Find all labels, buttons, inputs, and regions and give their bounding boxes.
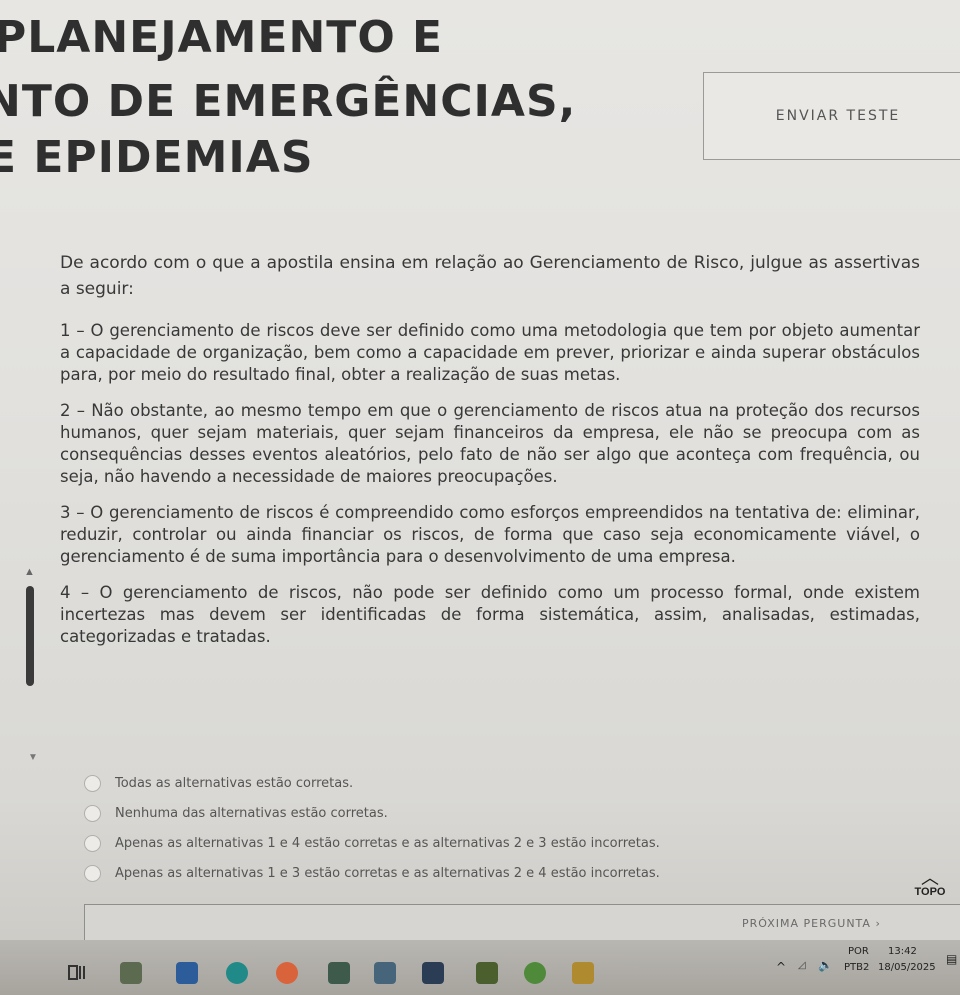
page-title-line-1: PLANEJAMENTO E	[0, 12, 444, 63]
answer-option-label: Nenhuma das alternativas estão corretas.	[115, 805, 388, 821]
task-view-icon[interactable]	[66, 962, 88, 984]
radio-button[interactable]	[84, 774, 101, 792]
page-title-line-2: NTO DE EMERGÊNCIAS,	[0, 76, 577, 127]
answer-options: Todas as alternativas estão corretas. Ne…	[84, 768, 660, 888]
radio-button[interactable]	[84, 804, 101, 822]
volume-icon[interactable]: 🔈	[818, 958, 833, 972]
send-test-button[interactable]: ENVIAR TESTE	[703, 72, 960, 160]
calculator-icon[interactable]	[328, 962, 350, 984]
back-to-top-label: TOPO	[914, 886, 946, 898]
tray-chevron-up-icon[interactable]: ^	[776, 960, 786, 974]
next-question-button[interactable]: PRÓXIMA PERGUNTA ›	[742, 917, 881, 930]
image-viewer-icon[interactable]	[374, 962, 396, 984]
send-test-label: ENVIAR TESTE	[775, 108, 901, 124]
clock-time[interactable]: 13:42	[888, 946, 917, 957]
app-icon[interactable]	[476, 962, 498, 984]
notifications-icon[interactable]: ▤	[946, 952, 957, 966]
keyboard-layout[interactable]: PTB2	[844, 962, 869, 973]
language-indicator[interactable]: POR	[848, 946, 869, 957]
network-icon[interactable]: ◿	[798, 960, 806, 971]
chevron-up-icon: ︿	[921, 868, 939, 888]
firefox-icon[interactable]	[276, 962, 298, 984]
back-to-top-button[interactable]: ︿ TOPO	[908, 868, 952, 898]
radio-button[interactable]	[84, 864, 101, 882]
file-manager-icon[interactable]	[120, 962, 142, 984]
clock-date[interactable]: 18/05/2025	[878, 962, 936, 973]
statement-4: 4 – O gerenciamento de riscos, não pode …	[60, 583, 920, 646]
scroll-down-icon[interactable]: ▼	[28, 752, 38, 763]
question-body: De acordo com o que a apostila ensina em…	[60, 250, 920, 662]
page-title-line-3: E EPIDEMIAS	[0, 132, 314, 183]
chrome-icon[interactable]	[524, 962, 546, 984]
statement-2: 2 – Não obstante, ao mesmo tempo em que …	[60, 401, 920, 486]
answer-option-label: Apenas as alternativas 1 e 3 estão corre…	[115, 865, 660, 881]
answer-option-3[interactable]: Apenas as alternativas 1 e 4 estão corre…	[84, 828, 660, 858]
camera-icon[interactable]	[422, 962, 444, 984]
statement-3: 3 – O gerenciamento de riscos é compreen…	[60, 503, 920, 566]
radio-button[interactable]	[84, 834, 101, 852]
question-intro: De acordo com o que a apostila ensina em…	[60, 253, 920, 299]
answer-option-label: Todas as alternativas estão corretas.	[115, 775, 354, 791]
folder-icon[interactable]	[176, 962, 198, 984]
scroll-up-icon[interactable]: ▲	[24, 566, 35, 578]
answer-option-2[interactable]: Nenhuma das alternativas estão corretas.	[84, 798, 660, 828]
answer-option-4[interactable]: Apenas as alternativas 1 e 3 estão corre…	[84, 858, 660, 888]
edge-icon[interactable]	[226, 962, 248, 984]
scrollbar-thumb[interactable]	[26, 586, 34, 686]
files-icon[interactable]	[572, 962, 594, 984]
answer-option-1[interactable]: Todas as alternativas estão corretas.	[84, 768, 660, 798]
answer-option-label: Apenas as alternativas 1 e 4 estão corre…	[115, 835, 660, 851]
statement-1: 1 – O gerenciamento de riscos deve ser d…	[60, 321, 920, 384]
